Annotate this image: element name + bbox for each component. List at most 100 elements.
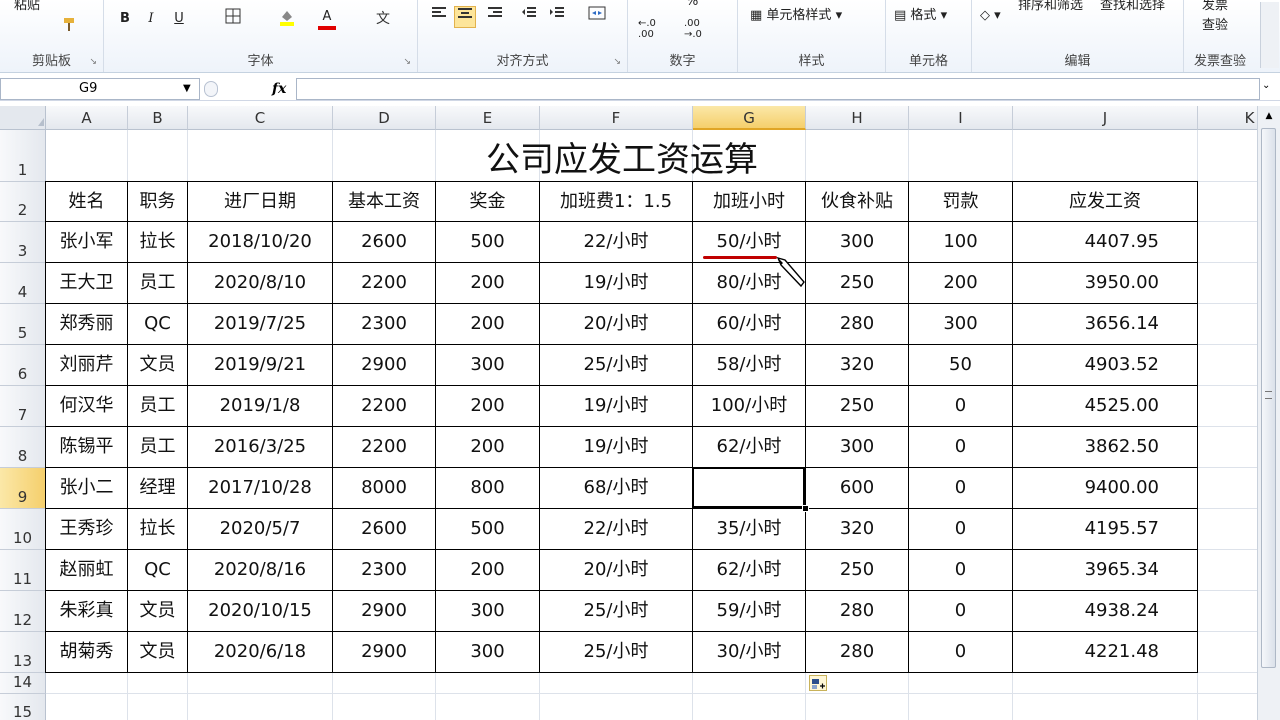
bold-button[interactable]: B bbox=[114, 8, 136, 30]
name-box[interactable]: G9 ▼ bbox=[0, 78, 200, 100]
decrease-decimal-button[interactable]: .00 →.0 bbox=[684, 18, 718, 40]
table-header-cell[interactable]: 奖金 bbox=[436, 182, 540, 222]
merge-center-icon[interactable] bbox=[586, 6, 608, 28]
table-cell[interactable]: 200 bbox=[436, 427, 540, 468]
fill-color-icon[interactable] bbox=[276, 8, 298, 30]
table-cell[interactable]: 59/小时 bbox=[693, 591, 806, 632]
increase-decimal-button[interactable]: ←.0 .00 bbox=[638, 18, 672, 40]
table-cell[interactable]: 250 bbox=[806, 263, 909, 304]
table-cell[interactable]: 0 bbox=[909, 632, 1013, 673]
table-cell[interactable]: 200 bbox=[436, 386, 540, 427]
expand-formula-bar-icon[interactable]: ⌄ bbox=[1262, 80, 1270, 91]
table-cell[interactable]: 2600 bbox=[333, 509, 436, 550]
row-header-8[interactable]: 8 bbox=[0, 427, 46, 468]
table-cell[interactable]: 2019/7/25 bbox=[188, 304, 333, 345]
dialog-launcher-icon[interactable]: ↘ bbox=[89, 57, 97, 67]
table-cell[interactable]: 2200 bbox=[333, 263, 436, 304]
table-cell[interactable]: 300 bbox=[806, 222, 909, 263]
table-cell[interactable]: 员工 bbox=[128, 427, 188, 468]
table-cell[interactable]: 2017/10/28 bbox=[188, 468, 333, 509]
underline-button[interactable]: U bbox=[168, 8, 190, 30]
column-header-g[interactable]: G bbox=[693, 106, 806, 130]
cell-styles-button[interactable]: ▦ 单元格样式 ▾ bbox=[750, 6, 842, 26]
table-cell[interactable]: 4407.95 bbox=[1013, 222, 1198, 263]
auto-fill-options-icon[interactable] bbox=[809, 675, 827, 691]
clear-icon[interactable]: ◇ ▾ bbox=[980, 6, 1001, 26]
table-cell[interactable]: 200 bbox=[436, 550, 540, 591]
table-cell[interactable]: 22/小时 bbox=[540, 509, 693, 550]
table-cell[interactable]: 300 bbox=[909, 304, 1013, 345]
table-cell[interactable]: 文员 bbox=[128, 632, 188, 673]
table-cell[interactable]: 文员 bbox=[128, 591, 188, 632]
table-header-cell[interactable]: 姓名 bbox=[46, 182, 128, 222]
table-cell[interactable]: 200 bbox=[436, 263, 540, 304]
table-cell[interactable]: 35/小时 bbox=[693, 509, 806, 550]
row-header-7[interactable]: 7 bbox=[0, 386, 46, 427]
table-cell[interactable]: 600 bbox=[806, 468, 909, 509]
table-cell[interactable]: 25/小时 bbox=[540, 591, 693, 632]
phonetic-icon[interactable]: 文 bbox=[372, 8, 394, 30]
paste-button[interactable]: 粘贴 bbox=[14, 0, 40, 16]
italic-button[interactable]: I bbox=[140, 8, 162, 30]
row-header-12[interactable]: 12 bbox=[0, 591, 46, 632]
column-header-b[interactable]: B bbox=[128, 106, 188, 130]
insert-function-icon[interactable]: fx bbox=[272, 78, 286, 100]
decrease-indent-icon[interactable] bbox=[518, 6, 540, 28]
table-cell[interactable]: 800 bbox=[436, 468, 540, 509]
column-header-i[interactable]: I bbox=[909, 106, 1013, 130]
chevron-down-icon[interactable]: ▼ bbox=[183, 79, 191, 99]
row-header-6[interactable]: 6 bbox=[0, 345, 46, 386]
table-cell[interactable]: 20/小时 bbox=[540, 304, 693, 345]
table-header-cell[interactable]: 职务 bbox=[128, 182, 188, 222]
table-cell[interactable]: 250 bbox=[806, 550, 909, 591]
table-cell[interactable]: 280 bbox=[806, 632, 909, 673]
table-cell[interactable]: 0 bbox=[909, 591, 1013, 632]
align-center-icon[interactable] bbox=[454, 6, 476, 28]
table-cell[interactable]: 30/小时 bbox=[693, 632, 806, 673]
table-header-cell[interactable]: 基本工资 bbox=[333, 182, 436, 222]
table-cell[interactable]: 58/小时 bbox=[693, 345, 806, 386]
table-cell[interactable]: 文员 bbox=[128, 345, 188, 386]
table-cell[interactable]: 2300 bbox=[333, 304, 436, 345]
table-cell[interactable]: 2300 bbox=[333, 550, 436, 591]
table-cell[interactable]: 3965.34 bbox=[1013, 550, 1198, 591]
vertical-scrollbar[interactable]: ▲ bbox=[1257, 106, 1280, 720]
table-cell[interactable]: 0 bbox=[909, 427, 1013, 468]
column-header-d[interactable]: D bbox=[333, 106, 436, 130]
formula-input[interactable] bbox=[296, 78, 1260, 100]
percent-button[interactable]: % bbox=[686, 0, 698, 12]
table-header-cell[interactable]: 加班费1：1.5 bbox=[540, 182, 693, 222]
table-cell[interactable]: 王秀珍 bbox=[46, 509, 128, 550]
table-cell[interactable]: 19/小时 bbox=[540, 386, 693, 427]
table-cell[interactable]: 2900 bbox=[333, 632, 436, 673]
table-cell[interactable]: 320 bbox=[806, 345, 909, 386]
row-header-11[interactable]: 11 bbox=[0, 550, 46, 591]
table-cell[interactable]: 300 bbox=[436, 345, 540, 386]
table-cell[interactable]: 4938.24 bbox=[1013, 591, 1198, 632]
increase-indent-icon[interactable] bbox=[546, 6, 568, 28]
table-cell[interactable]: 300 bbox=[436, 591, 540, 632]
table-cell[interactable]: 300 bbox=[806, 427, 909, 468]
table-cell[interactable]: 3656.14 bbox=[1013, 304, 1198, 345]
table-cell[interactable]: 2016/3/25 bbox=[188, 427, 333, 468]
ribbon-scrollbar[interactable] bbox=[1260, 2, 1279, 68]
scroll-up-icon[interactable]: ▲ bbox=[1261, 108, 1277, 124]
table-cell[interactable]: 2200 bbox=[333, 427, 436, 468]
align-left-icon[interactable] bbox=[428, 6, 450, 28]
table-cell[interactable]: 何汉华 bbox=[46, 386, 128, 427]
table-header-cell[interactable]: 应发工资 bbox=[1013, 182, 1198, 222]
row-header-10[interactable]: 10 bbox=[0, 509, 46, 550]
table-cell[interactable]: 4903.52 bbox=[1013, 345, 1198, 386]
align-right-icon[interactable] bbox=[484, 6, 506, 28]
table-cell[interactable]: 500 bbox=[436, 222, 540, 263]
table-cell[interactable]: 20/小时 bbox=[540, 550, 693, 591]
table-cell[interactable]: 郑秀丽 bbox=[46, 304, 128, 345]
table-cell[interactable]: 2019/1/8 bbox=[188, 386, 333, 427]
column-header-f[interactable]: F bbox=[540, 106, 693, 130]
table-cell[interactable]: 张小军 bbox=[46, 222, 128, 263]
table-cell[interactable]: 王大卫 bbox=[46, 263, 128, 304]
invoice-check-button-line2[interactable]: 查验 bbox=[1202, 16, 1228, 36]
table-cell[interactable]: 张小二 bbox=[46, 468, 128, 509]
find-select-button[interactable]: 查找和选择 bbox=[1100, 0, 1165, 16]
table-cell[interactable]: 4195.57 bbox=[1013, 509, 1198, 550]
